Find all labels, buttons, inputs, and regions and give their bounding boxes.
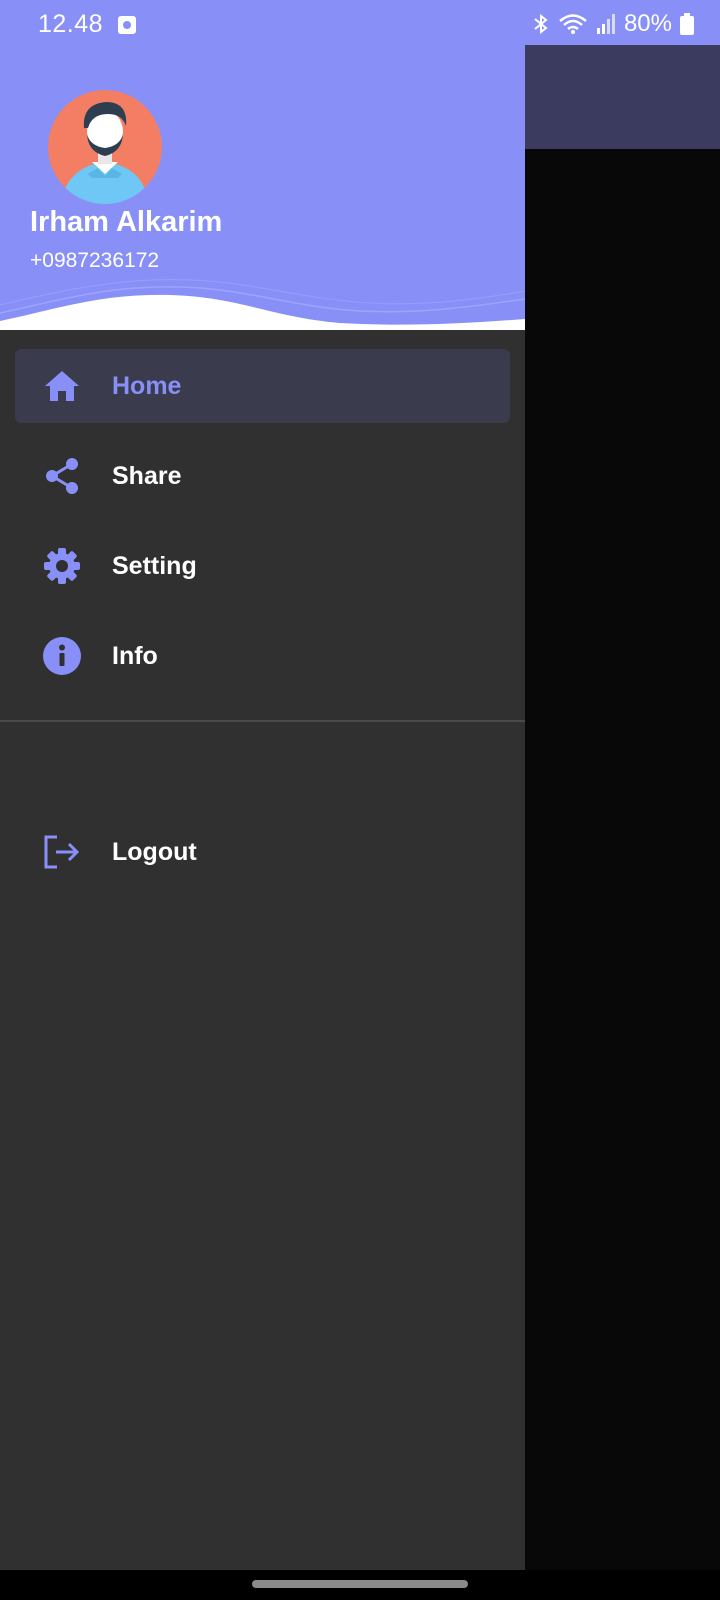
menu-divider <box>0 720 525 722</box>
menu-item-label: Info <box>112 641 158 670</box>
menu-item-label: Share <box>112 461 182 490</box>
system-navigation-bar <box>0 1570 720 1600</box>
drawer-header: Irham Alkarim +0987236172 <box>0 45 525 330</box>
status-bar: 12.48 80% <box>0 0 720 45</box>
menu-item-label: Setting <box>112 551 197 580</box>
share-icon <box>43 457 81 495</box>
logout-button[interactable]: Logout <box>15 815 510 889</box>
menu-item-label: Home <box>112 371 182 400</box>
info-icon <box>43 637 81 675</box>
battery-icon <box>680 13 694 35</box>
bluetooth-icon <box>534 13 548 35</box>
user-name: Irham Alkarim <box>30 206 223 238</box>
user-phone: +0987236172 <box>30 249 160 272</box>
status-icons: 80% <box>532 10 694 38</box>
status-time: 12.48 <box>38 10 104 38</box>
notification-icon <box>118 16 136 34</box>
battery-percent: 80% <box>623 10 672 37</box>
avatar[interactable] <box>48 90 162 204</box>
logout-icon <box>43 833 81 871</box>
gear-icon <box>43 547 81 585</box>
signal-icon <box>596 14 615 34</box>
menu-item-home[interactable]: Home <box>15 349 510 423</box>
menu-item-info[interactable]: Info <box>15 619 510 693</box>
menu-item-setting[interactable]: Setting <box>15 529 510 603</box>
wifi-icon <box>559 14 587 34</box>
background-app-title: ment <box>532 78 720 117</box>
person-icon <box>48 90 162 204</box>
background-content-text: nt <box>532 836 720 896</box>
navigation-drawer: Irham Alkarim +0987236172 Home Share Set… <box>0 45 525 1570</box>
home-gesture-handle[interactable] <box>252 1580 468 1588</box>
menu-item-share[interactable]: Share <box>15 439 510 513</box>
logout-label: Logout <box>112 837 197 866</box>
home-icon <box>43 367 81 405</box>
